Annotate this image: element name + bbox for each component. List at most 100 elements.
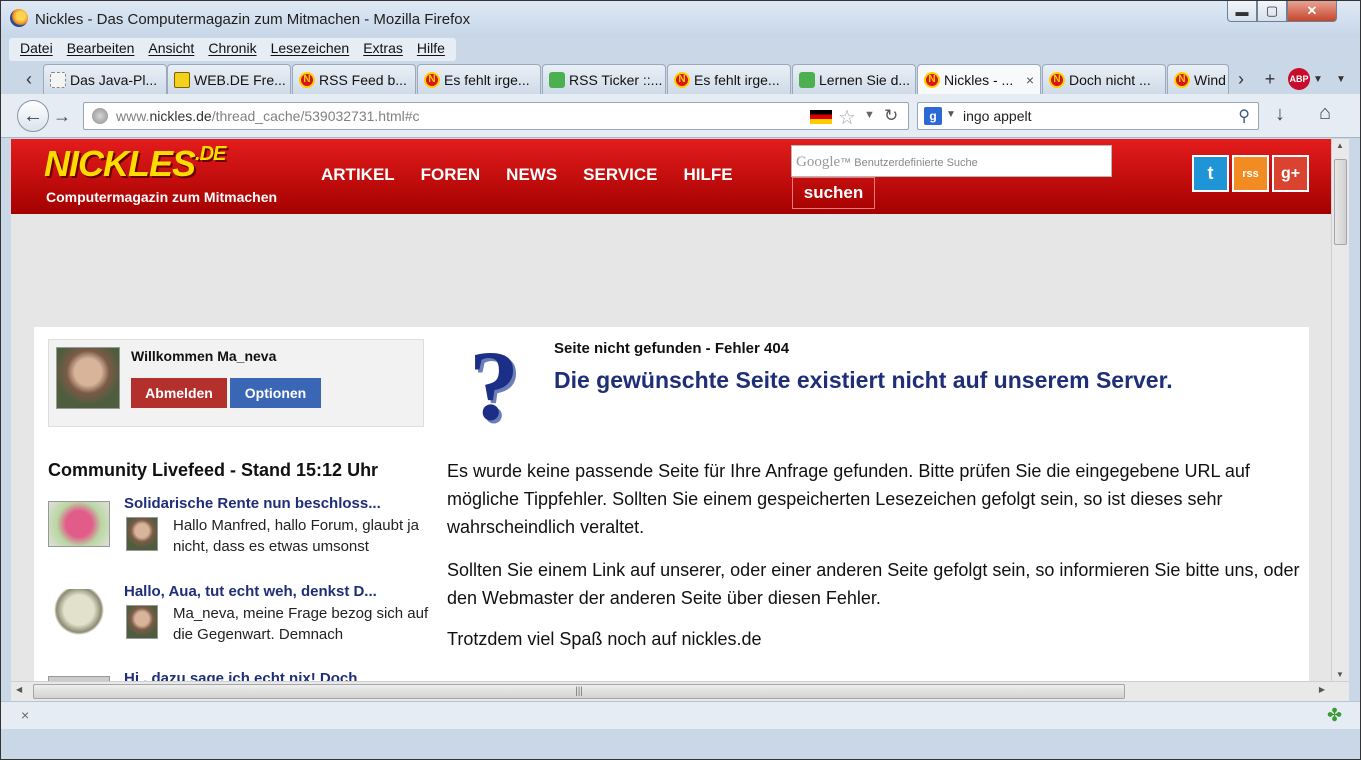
welcome-text: Willkommen Ma_neva	[131, 348, 277, 364]
back-button[interactable]: ←	[17, 100, 49, 132]
site-logo[interactable]: NICKLES.DE	[44, 143, 226, 185]
question-mark-icon: ?	[446, 330, 542, 441]
horizontal-scroll-thumb[interactable]: |||	[33, 684, 1125, 699]
minimize-button[interactable]: ▬	[1227, 1, 1257, 22]
options-button[interactable]: Optionen	[230, 378, 321, 408]
google-plus-icon[interactable]: g+	[1272, 155, 1309, 192]
scroll-left-icon[interactable]: ◀	[16, 685, 22, 694]
tab-scroll-right-icon[interactable]: ›	[1229, 66, 1253, 92]
vertical-scroll-thumb[interactable]	[1334, 159, 1347, 245]
logo-main: NICKLES	[44, 143, 196, 184]
tab-label: Doch nicht ...	[1069, 71, 1151, 88]
horizontal-scrollbar[interactable]: ◀ ||| ▶	[11, 681, 1349, 701]
menu-hilfe[interactable]: Hilfe	[410, 38, 452, 61]
livefeed-title: Community Livefeed - Stand 15:12 Uhr	[48, 460, 379, 480]
scroll-right-icon[interactable]: ▶	[1319, 685, 1325, 694]
list-item: Hi , dazu sage ich echt nix! Doch	[48, 670, 428, 681]
tab-label: RSS Ticker ::...	[569, 71, 663, 88]
nav-service[interactable]: SERVICE	[583, 165, 657, 185]
search-icon[interactable]: ⚲	[1238, 106, 1250, 126]
scroll-up-icon[interactable]: ▲	[1336, 141, 1344, 150]
scroll-down-icon[interactable]: ▼	[1336, 670, 1344, 679]
vertical-scrollbar[interactable]: ▲ ▼	[1331, 139, 1349, 681]
home-icon[interactable]: ⌂	[1319, 102, 1331, 125]
window-title: Nickles - Das Computermagazin zum Mitmac…	[35, 11, 471, 28]
maximize-button[interactable]: ▢	[1257, 1, 1287, 22]
nav-artikel[interactable]: ARTIKEL	[321, 165, 395, 185]
url-bar[interactable]: www.nickles.de/thread_cache/539032731.ht…	[83, 102, 909, 130]
error-headline: Die gewünschte Seite existiert nicht auf…	[554, 367, 1173, 393]
menu-datei[interactable]: Datei	[13, 38, 60, 61]
menu-lesezeichen[interactable]: Lesezeichen	[264, 38, 357, 61]
nav-foren[interactable]: FOREN	[421, 165, 481, 185]
tab-scroll-left-icon[interactable]: ‹	[17, 66, 41, 92]
site-search-input[interactable]: Google™ Benutzerdefinierte Suche	[791, 145, 1112, 177]
avatar[interactable]	[56, 347, 120, 409]
logout-button[interactable]: Abmelden	[131, 378, 227, 408]
feed-item-title[interactable]: Hallo, Aua, tut echt weh, denkst D...	[124, 583, 414, 600]
abp-dropdown-icon[interactable]: ▼	[1306, 66, 1330, 92]
site-tagline: Computermagazin zum Mitmachen	[46, 189, 278, 205]
url-path: /thread_cache/539032731.html#c	[211, 108, 420, 124]
google-brand: Google	[796, 154, 841, 170]
site-header: NICKLES.DE Computermagazin zum Mitmachen…	[11, 139, 1331, 214]
url-text[interactable]: www.nickles.de/thread_cache/539032731.ht…	[116, 108, 420, 124]
site-search-button[interactable]: suchen	[792, 177, 875, 209]
tab-label: Das Java-Pl...	[70, 71, 158, 88]
tab-list-icon[interactable]: ▼	[1329, 66, 1353, 92]
tab[interactable]: N Wind	[1167, 64, 1229, 94]
search-input[interactable]: ingo appelt	[963, 108, 1032, 124]
twitter-icon[interactable]: t	[1192, 155, 1229, 192]
title-bar: Nickles - Das Computermagazin zum Mitmac…	[1, 1, 1360, 37]
browser-window: Nickles - Das Computermagazin zum Mitmac…	[0, 0, 1361, 760]
tab[interactable]: RSS Ticker ::...	[542, 64, 666, 94]
tab[interactable]: N Es fehlt irge...	[417, 64, 541, 94]
reload-icon[interactable]: ↻	[884, 106, 898, 126]
avatar[interactable]	[126, 605, 158, 639]
tab[interactable]: N Doch nicht ...	[1042, 64, 1166, 94]
cartoon-avatar-thumbnail[interactable]	[48, 589, 110, 649]
nickles-icon: N	[299, 71, 315, 88]
url-domain: nickles.de	[149, 108, 212, 124]
feed-item-title[interactable]: Hi , dazu sage ich echt nix! Doch	[124, 670, 414, 681]
forward-button[interactable]: →	[53, 106, 71, 127]
new-tab-button[interactable]: +	[1258, 66, 1282, 92]
user-box: Willkommen Ma_neva Abmelden Optionen	[48, 339, 424, 427]
feed-item-title[interactable]: Solidarische Rente nun beschloss...	[124, 495, 414, 512]
search-engine-dropdown-icon[interactable]: ▼	[946, 109, 956, 120]
menu-extras[interactable]: Extras	[356, 38, 410, 61]
puzzle-icon[interactable]: ✤	[1327, 705, 1342, 726]
tab[interactable]: N RSS Feed b...	[292, 64, 416, 94]
bookmark-star-icon[interactable]: ☆	[838, 105, 856, 130]
webde-icon	[174, 71, 190, 88]
flower-thumbnail[interactable]	[48, 501, 110, 547]
tab-label: WEB.DE Fre...	[194, 71, 286, 88]
tab[interactable]: WEB.DE Fre...	[167, 64, 291, 94]
menu-ansicht[interactable]: Ansicht	[141, 38, 201, 61]
error-paragraph: Sollten Sie einem Link auf unserer, oder…	[447, 560, 1300, 608]
firefox-icon	[10, 9, 28, 27]
close-tab-icon[interactable]: ×	[1026, 72, 1034, 88]
tab[interactable]: Lernen Sie d...	[792, 64, 916, 94]
download-icon[interactable]: ↓	[1275, 103, 1285, 126]
nav-news[interactable]: NEWS	[506, 165, 557, 185]
menu-chronik[interactable]: Chronik	[201, 38, 263, 61]
list-item: Hallo, Aua, tut echt weh, denkst D... Ma…	[48, 583, 428, 663]
empty-page-icon	[50, 71, 66, 88]
feed-item-text: Ma_neva, meine Frage bezog sich auf die …	[173, 605, 429, 643]
tab[interactable]: Das Java-Pl...	[43, 64, 167, 94]
google-icon[interactable]: g	[924, 107, 942, 125]
search-bar[interactable]: g ▼ ingo appelt ⚲	[917, 102, 1259, 130]
avatar[interactable]	[126, 517, 158, 551]
rss-icon[interactable]: rss	[1232, 155, 1269, 192]
tab[interactable]: N Es fehlt irge...	[667, 64, 791, 94]
puzzle-icon	[549, 71, 565, 88]
close-addon-bar-icon[interactable]: ×	[21, 707, 29, 723]
url-dropdown-icon[interactable]: ▼	[864, 109, 875, 121]
main-content: Willkommen Ma_neva Abmelden Optionen Com…	[34, 327, 1309, 681]
tab-active[interactable]: N Nickles - ... ×	[917, 64, 1041, 95]
nav-hilfe[interactable]: HILFE	[684, 165, 733, 185]
close-window-button[interactable]: ✕	[1287, 1, 1337, 22]
menu-bearbeiten[interactable]: Bearbeiten	[60, 38, 142, 61]
logo-suffix: .DE	[195, 143, 226, 165]
